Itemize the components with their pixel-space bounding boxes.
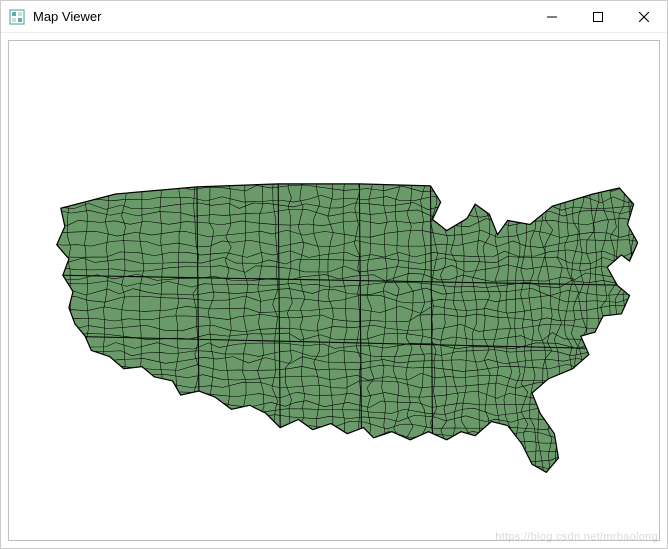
map-canvas xyxy=(9,41,659,540)
map-app-icon xyxy=(9,9,25,25)
minimize-button[interactable] xyxy=(529,1,575,33)
maximize-icon xyxy=(593,12,603,22)
maximize-button[interactable] xyxy=(575,1,621,33)
client-area xyxy=(1,33,667,548)
map-frame[interactable] xyxy=(8,40,660,541)
titlebar[interactable]: Map Viewer xyxy=(1,1,667,33)
close-icon xyxy=(639,12,649,22)
app-window: Map Viewer xyxy=(0,0,668,549)
minimize-icon xyxy=(547,12,557,22)
window-title: Map Viewer xyxy=(33,9,101,24)
close-button[interactable] xyxy=(621,1,667,33)
